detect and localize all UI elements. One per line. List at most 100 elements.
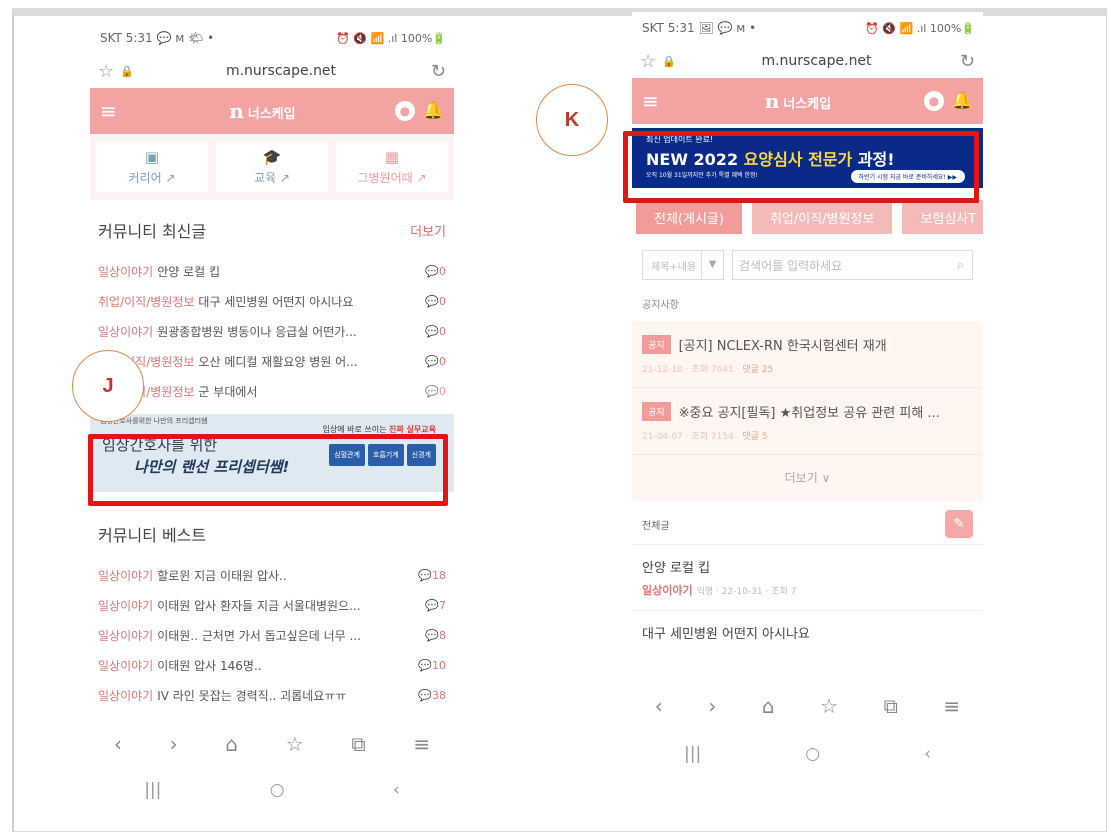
forward-icon[interactable]: › <box>708 694 716 718</box>
highlight-box-k <box>623 131 979 203</box>
bookmark-star-icon[interactable]: ☆ <box>640 51 662 72</box>
post-title: 오산 메디컬 재활요양 병원 어... <box>198 354 358 369</box>
tabs-icon[interactable]: ⧉ <box>351 732 365 756</box>
home-icon[interactable]: ⌂ <box>225 732 238 756</box>
tab-all[interactable]: 전체(게시글) <box>636 200 742 234</box>
forward-icon[interactable]: › <box>170 732 178 756</box>
hamburger-menu-icon[interactable]: ≡ <box>100 99 130 123</box>
tab-insurance-review[interactable]: 보험심사T <box>902 200 983 234</box>
post-category: 일상이야기 <box>642 584 693 597</box>
callout-k: K <box>536 84 608 156</box>
brand-logo[interactable]: n 너스케입 <box>130 99 395 123</box>
back-icon[interactable]: ‹ <box>655 694 663 718</box>
recent-apps-icon[interactable]: ||| <box>144 780 161 800</box>
career-icon: ▣ <box>144 148 160 166</box>
bell-icon[interactable]: 🔔 <box>952 91 973 111</box>
user-icon[interactable]: ● <box>923 91 944 111</box>
list-item[interactable]: 취업/이직/병원정보 대구 세민병원 어떤지 아시나요 💬0 <box>90 286 454 316</box>
back-icon[interactable]: ‹ <box>114 732 122 756</box>
list-item[interactable]: 일상이야기 이태원 압사 환자들 지금 서울대병원으... 💬7 <box>90 590 454 620</box>
recent-apps-icon[interactable]: ||| <box>684 744 701 764</box>
comment-count: 💬18 <box>418 568 446 582</box>
bookmarks-icon[interactable]: ☆ <box>286 732 304 756</box>
post-category: 일상이야기 <box>98 598 154 613</box>
notice-item[interactable]: 공지 [공지] NCLEX-RN 한국시험센터 재개 21-12-10 · 조회… <box>632 321 983 388</box>
quick-nav-label: 교육 ↗ <box>254 171 290 185</box>
list-item[interactable]: 일상이야기 이태원 압사 146명.. 💬10 <box>90 650 454 680</box>
highlight-box-j <box>88 434 448 506</box>
back-button-icon[interactable]: ‹ <box>393 780 400 800</box>
logo-icon: n <box>229 99 244 123</box>
graduation-cap-icon: 🎓 <box>262 148 282 166</box>
building-icon: ▦ <box>384 148 400 166</box>
tabs-icon[interactable]: ⧉ <box>884 694 898 718</box>
more-link[interactable]: 더보기 <box>410 221 446 240</box>
tab-jobs[interactable]: 취업/이직/병원정보 <box>751 200 893 234</box>
brand-logo[interactable]: n 너스케입 <box>672 89 924 113</box>
quick-nav-education[interactable]: 🎓 교육 ↗ <box>216 142 328 192</box>
browser-url-bar[interactable]: ☆ 🔒 m.nurscape.net ↻ <box>90 54 454 88</box>
reload-icon[interactable]: ↻ <box>951 51 975 72</box>
list-item[interactable]: 취업/이직/병원정보 오산 메디컬 재활요양 병원 어... 💬0 <box>90 346 454 376</box>
notice-meta-text: 21-04-07 · 조회 7154 · <box>642 432 743 442</box>
url-text[interactable]: m.nurscape.net <box>140 63 422 79</box>
comment-count: 💬0 <box>425 294 446 308</box>
back-button-icon[interactable]: ‹ <box>924 744 931 764</box>
comment-count: 💬38 <box>418 688 446 702</box>
status-bar: SKT 5:31 💬 ᴍ 🌤 • ⏰ 🔇 📶 .ıl 100%🔋 <box>90 22 454 54</box>
brand-name: 너스케입 <box>247 107 296 122</box>
notice-item[interactable]: 공지 ※중요 공지[필독] ★취업정보 공유 관련 피해 ... 21-04-0… <box>632 388 983 455</box>
list-item[interactable]: 일상이야기 할로윈 지금 이태원 압사.. 💬18 <box>90 560 454 590</box>
post-category: 일상이야기 <box>98 264 154 279</box>
quick-nav-career[interactable]: ▣ 커리어 ↗ <box>96 142 208 192</box>
list-item[interactable]: 안양 로컬 킵 일상이야기 익명 · 22-10-31 · 조회 7 <box>632 544 983 610</box>
home-button-icon[interactable]: ○ <box>805 744 820 764</box>
user-icon[interactable]: ● <box>394 101 415 121</box>
search-scope-select[interactable]: 제목+내용 ▼ <box>642 250 724 280</box>
brand-name: 너스케입 <box>783 97 832 112</box>
status-left: SKT 5:31 💬 ᴍ 🌤 • <box>100 31 215 45</box>
menu-icon[interactable]: ≡ <box>943 694 960 718</box>
write-pencil-icon[interactable]: ✎ <box>945 510 973 538</box>
right-phone-screen: SKT 5:31 🖼 💬 ᴍ • ⏰ 🔇 📶 .ıl 100%🔋 ☆ 🔒 m.n… <box>632 12 983 782</box>
browser-url-bar[interactable]: ☆ 🔒 m.nurscape.net ↻ <box>632 44 983 78</box>
list-item[interactable]: 대구 세민병원 어떤지 아시나요 <box>632 610 983 654</box>
ad-right-pre: 임상에 바로 쓰이는 <box>322 425 387 434</box>
chevron-down-icon: ▼ <box>701 251 723 279</box>
bookmark-star-icon[interactable]: ☆ <box>98 61 120 82</box>
list-item[interactable]: 일상이야기 안양 로컬 킵 💬0 <box>90 256 454 286</box>
post-category: 일상이야기 <box>98 568 154 583</box>
search-icon[interactable]: ⌕ <box>957 258 964 273</box>
search-input[interactable]: 검색어를 입력하세요 ⌕ <box>732 250 973 280</box>
best-section-header: 커뮤니티 베스트 <box>90 500 454 560</box>
notice-badge: 공지 <box>642 402 671 421</box>
quick-nav-hospital-review[interactable]: ▦ 그병원어때 ↗ <box>336 142 448 192</box>
list-item[interactable]: 취업/이직/병원정보 군 부대에서 💬0 <box>90 376 454 406</box>
post-title: 이태원 압사 환자들 지금 서울대병원으... <box>157 598 361 613</box>
hamburger-menu-icon[interactable]: ≡ <box>642 89 672 113</box>
status-right: ⏰ 🔇 📶 .ıl 100%🔋 <box>865 21 975 35</box>
quick-nav-label: 커리어 ↗ <box>128 171 176 185</box>
reload-icon[interactable]: ↻ <box>422 61 446 82</box>
bookmarks-icon[interactable]: ☆ <box>820 694 838 718</box>
latest-section-title: 커뮤니티 최신글 <box>98 222 207 241</box>
post-title: 대구 세민병원 어떤지 아시나요 <box>642 627 810 642</box>
post-title: IV 라인 못잡는 경력직.. 괴롭네요ㅠㅠ <box>157 688 347 703</box>
bell-icon[interactable]: 🔔 <box>423 101 444 121</box>
list-item[interactable]: 일상이야기 원광종합병원 병동이나 응급실 어떤가... 💬0 <box>90 316 454 346</box>
url-text[interactable]: m.nurscape.net <box>682 53 951 69</box>
notice-list: 공지 [공지] NCLEX-RN 한국시험센터 재개 21-12-10 · 조회… <box>632 321 983 502</box>
notice-badge: 공지 <box>642 335 671 354</box>
search-scope-value: 제목+내용 <box>651 261 697 273</box>
browser-bottom-nav: ‹ › ⌂ ☆ ⧉ ≡ <box>632 686 983 726</box>
post-title: 군 부대에서 <box>198 384 258 399</box>
menu-icon[interactable]: ≡ <box>413 732 430 756</box>
list-item[interactable]: 일상이야기 IV 라인 못잡는 경력직.. 괴롭네요ㅠㅠ 💬38 <box>90 680 454 710</box>
notice-more-button[interactable]: 더보기 ∨ <box>632 455 983 502</box>
post-title: 안양 로컬 킵 <box>642 561 711 576</box>
home-icon[interactable]: ⌂ <box>762 694 775 718</box>
home-button-icon[interactable]: ○ <box>270 780 285 800</box>
list-item[interactable]: 일상이야기 이태원.. 근처면 가서 돕고싶은데 너무 ... 💬8 <box>90 620 454 650</box>
post-title: 안양 로컬 킵 <box>157 264 221 279</box>
all-posts-header: 전체글 ✎ <box>632 502 983 544</box>
